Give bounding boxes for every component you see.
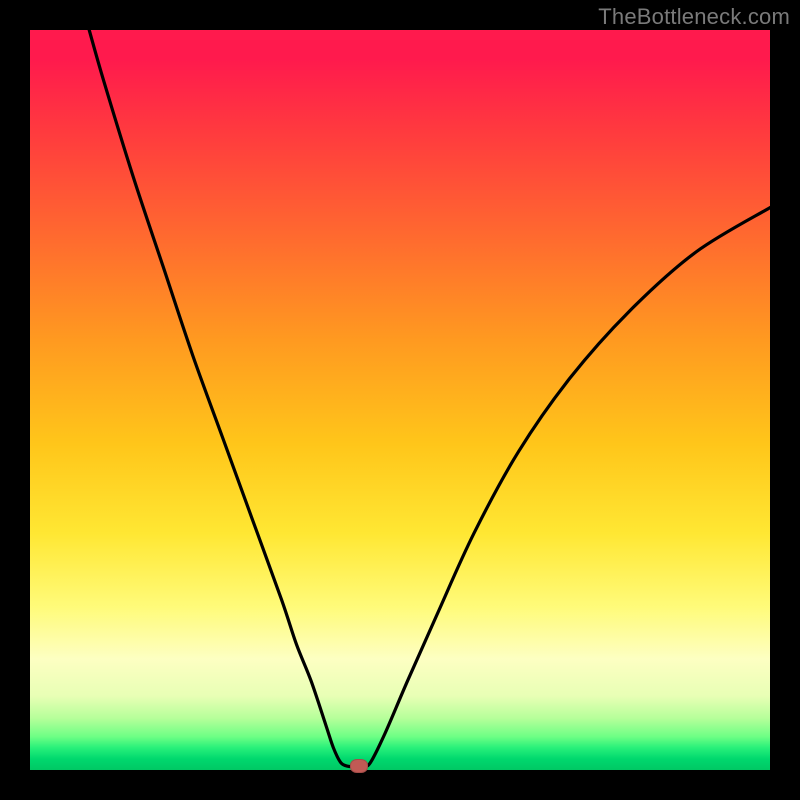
watermark-text: TheBottleneck.com [598, 4, 790, 30]
bottleneck-curve [30, 30, 770, 770]
plot-area [30, 30, 770, 770]
chart-frame: TheBottleneck.com [0, 0, 800, 800]
optimum-marker [350, 759, 368, 773]
